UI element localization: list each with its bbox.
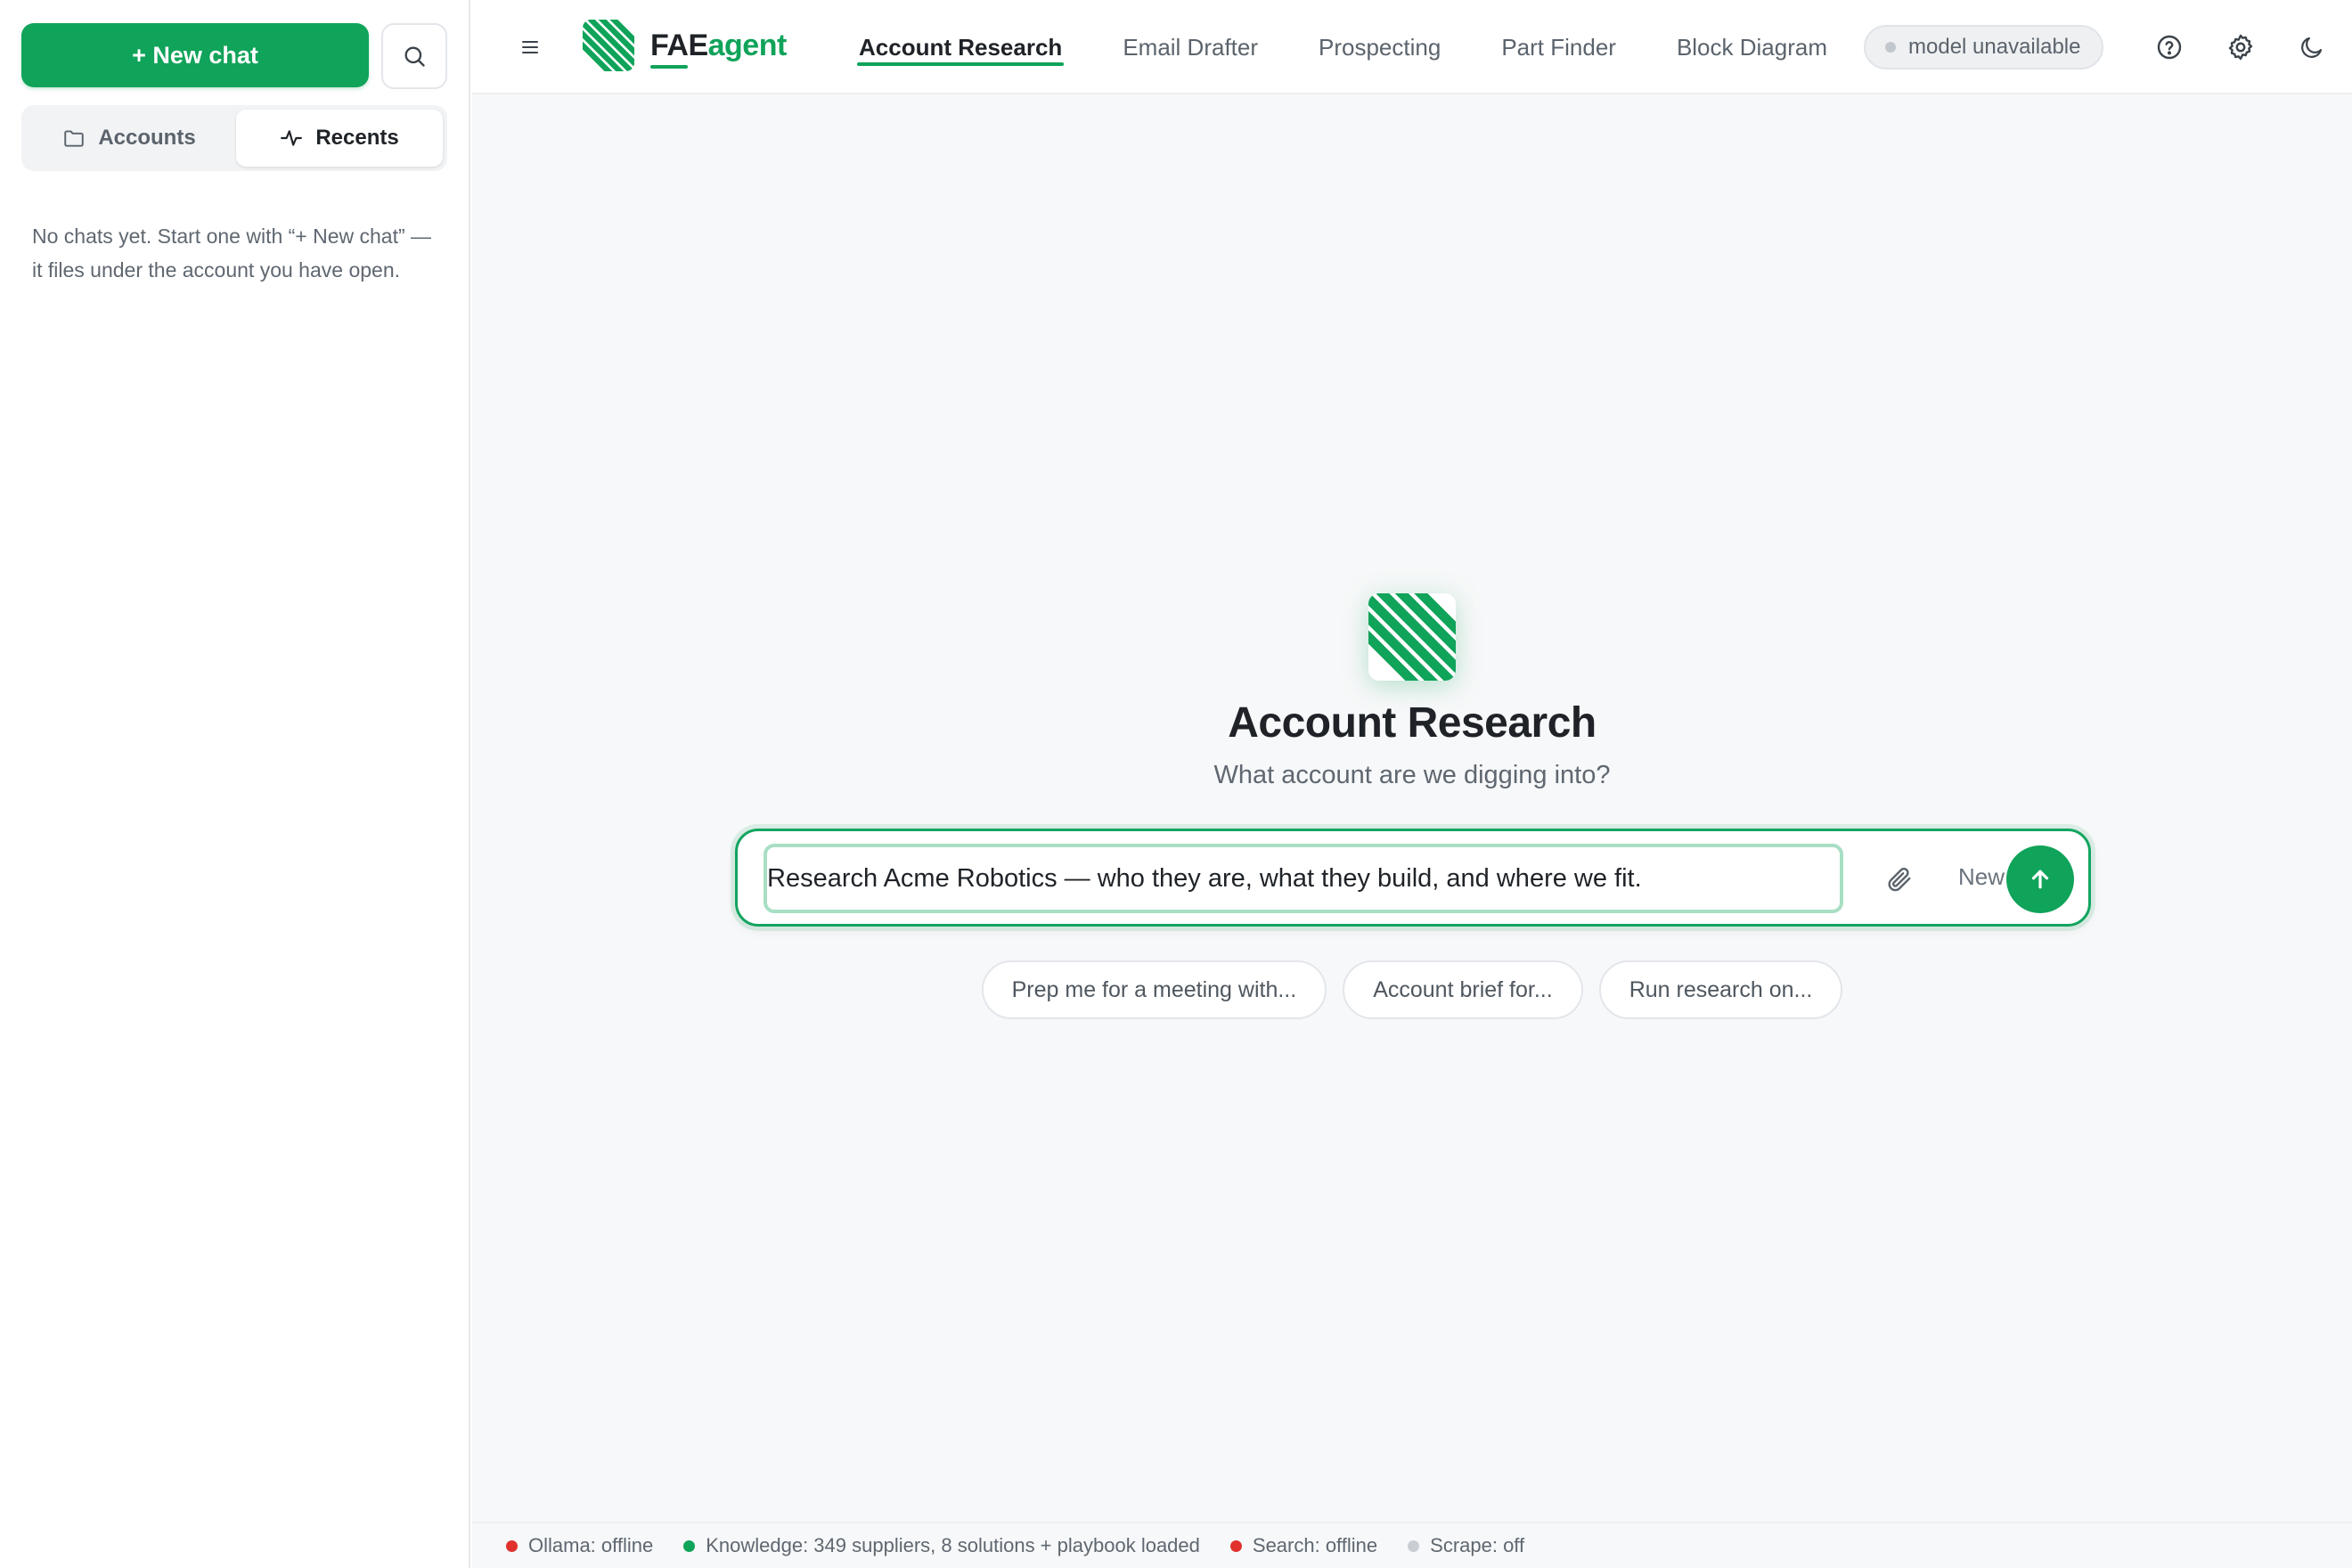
activity-icon: [281, 130, 303, 146]
status-label: Knowledge: 349 suppliers, 8 solutions + …: [706, 1534, 1200, 1556]
brand-name-prefix: FAE: [650, 28, 708, 62]
paperclip-icon: [1888, 867, 1911, 892]
arrow-up-icon: [2031, 870, 2049, 889]
suggestion-chip[interactable]: Prep me for a meeting with...: [981, 960, 1327, 1019]
tab-block-diagram[interactable]: Block Diagram: [1646, 0, 1858, 94]
new-chat-button[interactable]: + New chat: [21, 23, 369, 87]
page-subtitle: What account are we digging into?: [1213, 761, 1611, 789]
status-dot: [506, 1539, 518, 1552]
main-nav: Account Research Email Drafter Prospecti…: [829, 0, 1858, 94]
help-icon: [2157, 35, 2182, 60]
tab-accounts-label: Accounts: [98, 126, 196, 150]
tab-recents[interactable]: Recents: [236, 110, 443, 167]
settings-gear-icon: [2228, 34, 2253, 61]
page-title: Account Research: [1228, 699, 1597, 747]
brand-name-suffix: agent: [707, 28, 788, 62]
status-label: Ollama: offline: [528, 1534, 654, 1556]
status-search: Search: offline: [1229, 1534, 1378, 1557]
tab-prospecting[interactable]: Prospecting: [1288, 0, 1471, 94]
tab-accounts[interactable]: Accounts: [26, 110, 233, 167]
status-label: Scrape: off: [1430, 1534, 1525, 1556]
status-bar: Ollama: offline Knowledge: 349 suppliers…: [472, 1522, 2352, 1568]
empty-chats-message: No chats yet. Start one with “+ New chat…: [32, 225, 432, 282]
sidebar-view-toggle: Accounts Recents: [21, 105, 447, 171]
send-button[interactable]: [2006, 845, 2074, 913]
dark-mode-toggle[interactable]: [2293, 29, 2331, 66]
suggestion-chip[interactable]: Account brief for...: [1343, 960, 1583, 1019]
status-dot: [1229, 1539, 1242, 1552]
search-button[interactable]: [381, 23, 447, 89]
search-icon: [404, 46, 425, 67]
tab-account-research[interactable]: Account Research: [829, 0, 1092, 94]
tab-recents-label: Recents: [315, 126, 399, 150]
main-panel: Account Research What account are we dig…: [472, 94, 2352, 1522]
attach-button[interactable]: [1880, 860, 1919, 899]
brand-logo-icon: [583, 20, 634, 71]
settings-button[interactable]: [2222, 29, 2259, 66]
hero-logo-icon: [1368, 593, 1456, 681]
status-scrape: Scrape: off: [1408, 1534, 1524, 1557]
tab-part-finder[interactable]: Part Finder: [1471, 0, 1646, 94]
brand[interactable]: FAEagent: [583, 20, 787, 71]
hamburger-menu-icon: [522, 41, 538, 53]
help-button[interactable]: [2151, 29, 2188, 66]
status-label: Search: offline: [1252, 1534, 1378, 1556]
suggestion-chips: Prep me for a meeting with... Account br…: [472, 960, 2352, 1019]
status-dot: [683, 1539, 696, 1552]
top-bar: FAEagent Account Research Email Drafter …: [472, 0, 2352, 94]
sidebar: + New chat Accounts Recents No chats yet…: [0, 0, 470, 1568]
suggestion-chip[interactable]: Run research on...: [1598, 960, 1843, 1019]
model-status-label: model unavailable: [1908, 35, 2081, 59]
status-ollama: Ollama: offline: [506, 1534, 653, 1557]
folder-icon: [64, 130, 85, 147]
menu-toggle-button[interactable]: [513, 30, 547, 64]
brand-name: FAEagent: [650, 28, 788, 69]
tab-email-drafter[interactable]: Email Drafter: [1092, 0, 1288, 94]
status-dot: [1408, 1539, 1420, 1552]
chat-mode-label[interactable]: New: [1958, 863, 2005, 891]
model-status-dot: [1885, 42, 1896, 53]
chat-input[interactable]: Research Acme Robotics — who they are, w…: [764, 844, 1843, 913]
model-status-pill[interactable]: model unavailable: [1864, 25, 2104, 69]
dark-mode-moon-icon: [2301, 37, 2323, 58]
status-knowledge: Knowledge: 349 suppliers, 8 solutions + …: [683, 1534, 1200, 1557]
chat-composer: Research Acme Robotics — who they are, w…: [735, 829, 2091, 927]
chat-input-value: Research Acme Robotics — who they are, w…: [767, 863, 1642, 893]
